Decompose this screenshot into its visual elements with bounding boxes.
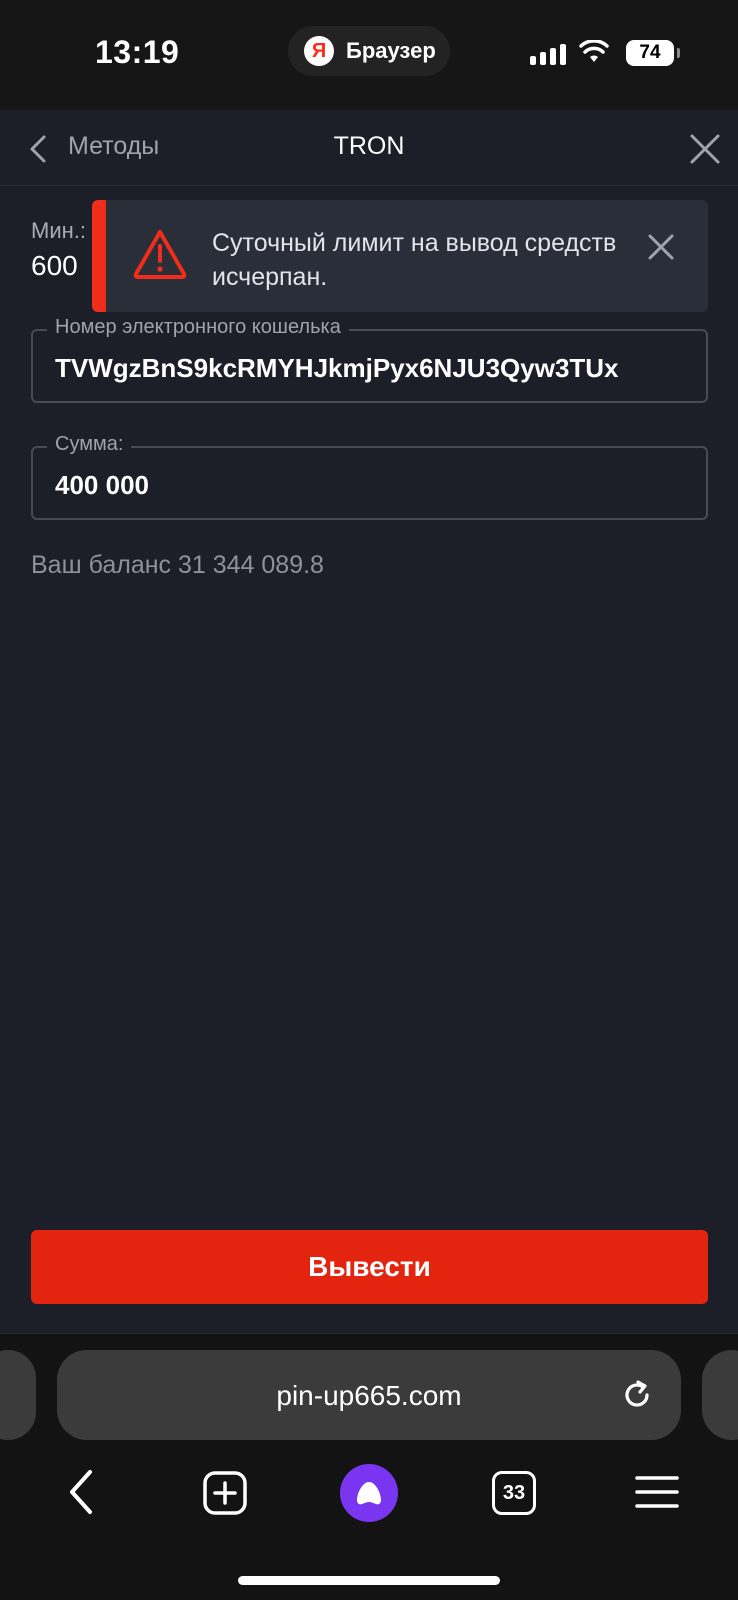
alice-assistant-icon[interactable] — [340, 1464, 398, 1522]
status-bar: 13:19 Я Браузер 74 — [0, 0, 738, 110]
min-limit-label: Мин.: — [31, 218, 86, 243]
toast-close-icon[interactable] — [646, 232, 676, 262]
new-tab-icon[interactable] — [203, 1471, 247, 1515]
amount-field[interactable]: Сумма: 400 000 — [31, 433, 708, 520]
error-toast: Суточный лимит на вывод средств исчерпан… — [92, 200, 708, 312]
home-indicator — [238, 1576, 500, 1585]
withdraw-button[interactable]: Вывести — [31, 1230, 708, 1304]
clock: 13:19 — [95, 34, 180, 70]
yandex-logo-icon: Я — [304, 36, 334, 66]
wallet-number-field[interactable]: Номер электронного кошелька TVWgzBnS9kcR… — [31, 316, 708, 403]
back-chevron-icon[interactable] — [22, 132, 56, 166]
battery-icon: 74 — [626, 40, 680, 66]
close-icon[interactable] — [688, 132, 722, 166]
address-bar[interactable]: pin-up665.com — [57, 1350, 681, 1440]
wallet-number-label: Номер электронного кошелька — [47, 316, 349, 339]
toast-accent-stripe — [92, 200, 106, 312]
battery-level: 74 — [639, 42, 661, 63]
warning-triangle-icon — [133, 230, 187, 279]
previous-tab-preview[interactable] — [0, 1350, 36, 1440]
alice-shape-icon — [357, 1482, 381, 1505]
yandex-logo-letter: Я — [311, 40, 327, 62]
toast-message: Суточный лимит на вывод средств исчерпан… — [212, 229, 617, 291]
reload-icon[interactable] — [619, 1377, 655, 1413]
browser-back-icon[interactable] — [62, 1467, 102, 1517]
nav-header: Методы TRON — [0, 110, 738, 186]
address-bar-url[interactable]: pin-up665.com — [57, 1380, 681, 1412]
wallet-number-value[interactable]: TVWgzBnS9kcRMYHJkmjPyx6NJU3Qyw3TUx — [55, 353, 619, 384]
min-limit-value: 600 — [31, 250, 78, 281]
amount-label: Сумма: — [47, 433, 132, 456]
menu-icon[interactable] — [635, 1474, 679, 1510]
cellular-signal-icon — [530, 44, 566, 65]
back-to-methods-link[interactable]: Методы — [68, 132, 159, 161]
wifi-icon — [579, 40, 609, 62]
browser-pill-label: Браузер — [346, 38, 436, 63]
browser-pill[interactable]: Я Браузер — [288, 26, 450, 76]
tabs-counter-button[interactable]: 33 — [492, 1471, 536, 1515]
amount-value[interactable]: 400 000 — [55, 470, 149, 501]
next-tab-preview[interactable] — [702, 1350, 738, 1440]
balance-text: Ваш баланс 31 344 089.8 — [31, 551, 324, 579]
